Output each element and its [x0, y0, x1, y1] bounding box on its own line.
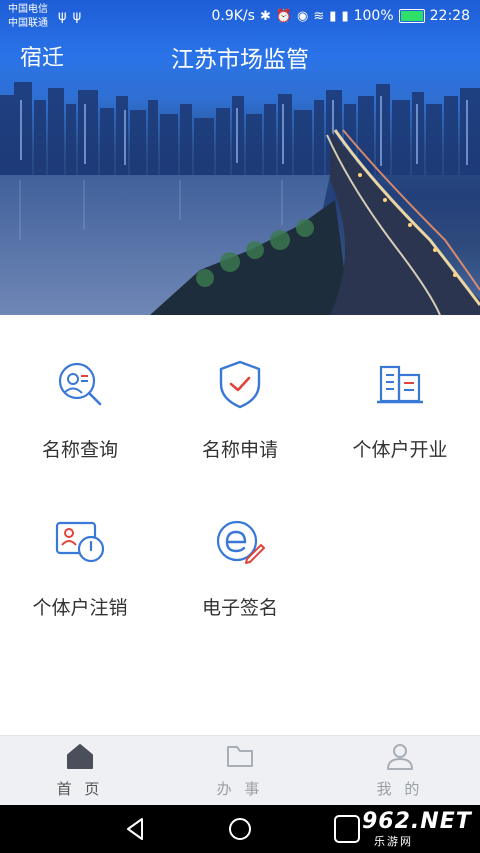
service-label: 名称查询	[41, 439, 118, 461]
service-label: 名称申请	[201, 439, 278, 461]
folder-icon	[227, 746, 253, 767]
carrier-info: 中国电信 中国联通	[8, 3, 48, 31]
service-name-apply[interactable]: 名称申请	[160, 315, 320, 461]
service-e-sign[interactable]: 电子签名	[160, 473, 320, 619]
service-label: 个体户注销	[32, 597, 128, 619]
id-power-icon	[55, 521, 105, 563]
status-right: 0.9K/s ✱ ⏰ ◉ ≋ ▮ ▮ 100% 22:28	[211, 8, 470, 24]
header-bar: 宿迁 江苏市场监管	[0, 34, 480, 74]
usb-icon: ψψ	[58, 9, 88, 24]
watermark-brand: 962.NET	[362, 809, 472, 834]
carrier-1: 中国电信	[8, 4, 48, 15]
bluetooth-icon: ✱	[259, 8, 271, 24]
alarm-icon: ⏰	[275, 8, 293, 24]
app-title: 江苏市场监管	[171, 47, 309, 73]
service-business-open[interactable]: 个体户开业	[320, 315, 480, 461]
watermark-sub: 乐游网	[374, 835, 413, 848]
service-label: 个体户开业	[352, 439, 448, 461]
service-grid: 名称查询 名称申请 个体户开业 个体户注销 电子签名	[0, 315, 480, 735]
tab-profile[interactable]: 我 的	[320, 736, 480, 806]
tab-label: 我 的	[376, 780, 424, 798]
name-search-icon	[58, 362, 102, 406]
wifi-icon: ≋	[313, 8, 325, 24]
eye-icon: ◉	[297, 8, 309, 24]
service-business-cancel[interactable]: 个体户注销	[0, 473, 160, 619]
tab-label: 首 页	[56, 780, 104, 798]
tab-affairs[interactable]: 办 事	[160, 736, 320, 806]
network-speed: 0.9K/s	[211, 8, 255, 24]
status-bar: 中国电信 中国联通 ψψ 0.9K/s ✱ ⏰ ◉ ≋ ▮ ▮ 100% 22:…	[0, 0, 480, 34]
battery-percent: 100%	[353, 8, 394, 24]
home-circle-icon[interactable]	[225, 815, 255, 843]
service-label: 电子签名	[201, 597, 278, 619]
watermark: 962.NET 乐游网	[334, 809, 474, 849]
tab-home[interactable]: 首 页	[0, 736, 160, 806]
back-icon[interactable]	[120, 815, 150, 843]
recent-apps-icon	[334, 815, 360, 843]
hero-banner: 中国电信 中国联通 ψψ 0.9K/s ✱ ⏰ ◉ ≋ ▮ ▮ 100% 22:…	[0, 0, 480, 315]
e-sign-icon	[216, 520, 265, 564]
signal-4g-icon: ▮	[341, 8, 349, 24]
home-icon	[67, 744, 93, 769]
bottom-tab-bar: 首 页 办 事 我 的	[0, 735, 480, 806]
clock: 22:28	[429, 8, 470, 24]
user-icon	[387, 744, 413, 770]
signal-icon: ▮	[329, 8, 337, 24]
buildings-icon	[377, 365, 423, 404]
service-name-query[interactable]: 名称查询	[0, 315, 160, 461]
system-nav-bar: 962.NET 乐游网	[0, 805, 480, 853]
shield-check-icon	[219, 360, 261, 409]
carrier-2: 中国联通	[8, 18, 48, 29]
battery-icon	[398, 9, 425, 23]
tab-label: 办 事	[216, 780, 264, 798]
